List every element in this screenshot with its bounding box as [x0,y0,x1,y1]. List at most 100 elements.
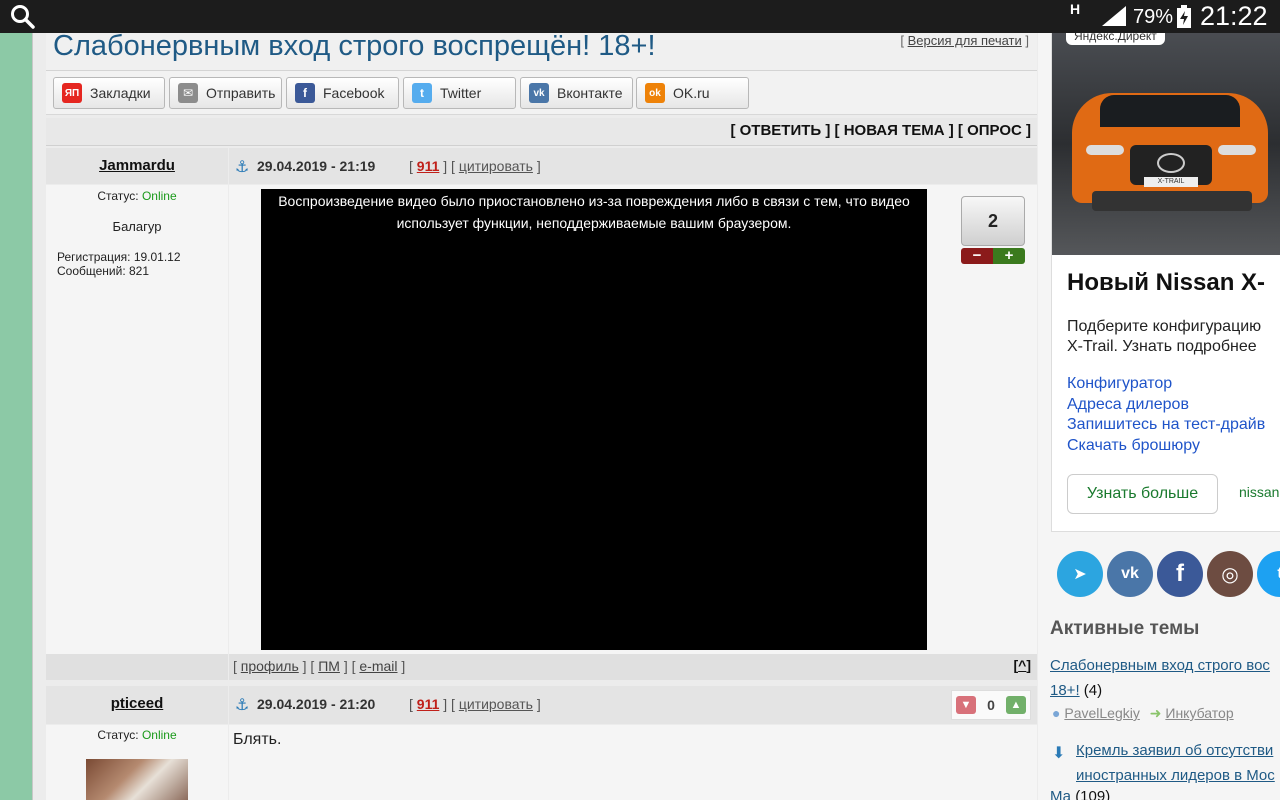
share-label: OK.ru [673,85,710,101]
status-online: Online [141,189,177,203]
ad-link-test-drive[interactable]: Запишитесь на тест-драйв [1067,415,1265,436]
print-version-link[interactable]: Версия для печати [908,33,1022,48]
ad-domain[interactable]: nissan [1239,484,1279,500]
author-rank: Балагур [112,219,162,234]
share-label: Twitter [440,85,482,101]
reply-button[interactable]: ОТВЕТИТЬ [740,122,822,139]
post-author-link[interactable]: pticeed [111,695,164,712]
new-topic-button[interactable]: НОВАЯ ТЕМА [844,122,945,139]
share-okru-button[interactable]: ok OK.ru [636,77,749,109]
avatar[interactable] [86,759,188,800]
post-body: Блять. [229,725,1037,800]
active-topic-link[interactable]: Кремль заявил об отсутстви иностранных л… [1076,742,1275,784]
anchor-icon[interactable]: ⚓ [235,157,249,177]
battery-percentage: 79% [1133,6,1174,28]
rating-minus-button[interactable]: − [961,248,993,264]
arrow-down-icon: ⬇ [1052,745,1066,762]
scroll-top-link[interactable]: [^] [1013,657,1031,673]
rating-value: 2 [961,196,1025,246]
post-links: [ 911 ] [ цитировать ] [409,158,541,174]
active-topic-link-tail[interactable]: Ма [1050,788,1071,800]
active-topic-item: Кремль заявил об отсутстви иностранных л… [1076,738,1280,788]
twitter-icon: t [412,83,432,103]
share-bookmarks-button[interactable]: ЯП Закладки [53,77,165,109]
ad-title[interactable]: Новый Nissan X- [1067,269,1265,297]
topic-title: Слабонервным вход строго воспрещён! 18+! [53,30,656,62]
print-version-link-wrapper: [ Версия для печати ] [900,33,1029,48]
thumbs-down-icon[interactable]: ▼ [956,696,976,714]
post-header: Jammardu ⚓ 29.04.2019 - 21:19 [ 911 ] [ … [46,148,1037,184]
share-email-button[interactable]: ✉ Отправить [169,77,282,109]
instagram-icon[interactable]: ◎ [1207,551,1253,597]
poll-button[interactable]: ОПРОС [967,122,1022,139]
right-sidebar: X-TRAIL Яндекс.Директ Новый Nissan X- По… [1038,33,1280,800]
quote-link[interactable]: цитировать [459,696,533,712]
share-twitter-button[interactable]: t Twitter [403,77,516,109]
anchor-icon[interactable]: ⚓ [235,695,249,715]
android-status-bar: H 79% 21:22 [0,0,1280,33]
facebook-icon: f [295,83,315,103]
forum-topic-panel: Слабонервным вход строго воспрещён! 18+!… [32,30,1038,800]
post-author-link[interactable]: Jammardu [99,157,175,174]
yandex-bookmarks-icon: ЯП [62,83,82,103]
pm-link[interactable]: ПМ [318,658,340,674]
ad-links: Конфигуратор Адреса дилеров Запишитесь н… [1067,374,1265,456]
author-status: Статус: Online [46,728,228,742]
social-icons-row: ➤ vk f ◎ t [1055,551,1280,599]
active-topic-item-tail: Ма (109) [1050,788,1110,800]
post-text: Блять. [233,731,282,748]
ad-car-image[interactable]: X-TRAIL Яндекс.Директ [1052,33,1280,255]
post-rating: 2 − + [961,196,1025,264]
user-icon: ● [1052,705,1061,721]
vk-icon: vk [529,83,549,103]
active-topic-meta: ● PavelLegkiy ➜ Инкубатор [1052,705,1234,722]
yandex-direct-ad[interactable]: X-TRAIL Яндекс.Директ Новый Nissan X- По… [1051,33,1280,532]
ad-badge: Яндекс.Директ [1066,33,1165,45]
profile-link[interactable]: профиль [241,658,299,674]
share-label: Закладки [90,85,151,101]
telegram-icon[interactable]: ➤ [1057,551,1103,597]
thumbs-up-icon[interactable]: ▲ [1005,696,1026,714]
post-author-cell: Jammardu [46,148,228,184]
topic-user-link[interactable]: PavelLegkiy [1064,705,1140,721]
email-link[interactable]: e-mail [359,658,397,674]
reply-count: (4) [1083,682,1103,699]
share-label: Вконтакте [557,85,623,101]
status-label: Статус: [97,189,139,203]
author-info-panel: Статус: Online Балагур Регистрация: 19.0… [46,185,228,654]
post-author-cell: pticeed [46,686,228,724]
ad-link-brochure[interactable]: Скачать брошюру [1067,436,1265,457]
post-footer: [ профиль ] [ ПМ ] [ e-mail ] [^] [46,654,1037,680]
post-number-link[interactable]: 911 [417,158,440,174]
author-registration: Регистрация: 19.01.12 [57,250,181,264]
ad-description: Подберите конфигурацию X-Trail. Узнать п… [1067,318,1262,355]
post-links: [ 911 ] [ цитировать ] [409,696,541,712]
twitter-icon[interactable]: t [1257,551,1280,597]
ad-link-configurator[interactable]: Конфигуратор [1067,374,1265,395]
video-player[interactable]: Воспроизведение видео было приостановлен… [261,189,927,650]
car-plate: X-TRAIL [1144,177,1198,187]
facebook-icon[interactable]: f [1157,551,1203,597]
ad-link-dealers[interactable]: Адреса дилеров [1067,395,1265,416]
share-label: Отправить [206,85,276,101]
quote-link[interactable]: цитировать [459,158,533,174]
topic-forum-link[interactable]: Инкубатор [1165,705,1233,721]
post-number-link[interactable]: 911 [417,696,440,712]
reply-count: (109) [1075,788,1111,800]
post-date: 29.04.2019 - 21:19 [257,158,376,174]
topic-actions-row: [ ОТВЕТИТЬ ] [ НОВАЯ ТЕМА ] [ ОПРОС ] [46,118,1037,146]
author-status: Статус: Online [46,189,228,203]
topic-title-row: Слабонервным вход строго воспрещён! 18+!… [46,30,1037,71]
share-vkontakte-button[interactable]: vk Вконтакте [520,77,633,109]
battery-charging-icon [1176,5,1192,34]
arrow-right-icon: ➜ [1149,705,1162,721]
rating-plus-button[interactable]: + [993,248,1025,264]
post-body: Воспроизведение видео было приостановлен… [229,185,1037,654]
post-footer-links: [ профиль ] [ ПМ ] [ e-mail ] [^] [229,654,1037,680]
search-icon[interactable] [10,4,36,30]
video-error-message: Воспроизведение видео было приостановлен… [278,193,910,231]
vk-icon[interactable]: vk [1107,551,1153,597]
share-facebook-button[interactable]: f Facebook [286,77,399,109]
ad-learn-more-button[interactable]: Узнать больше [1067,474,1218,514]
mail-icon: ✉ [178,83,198,103]
